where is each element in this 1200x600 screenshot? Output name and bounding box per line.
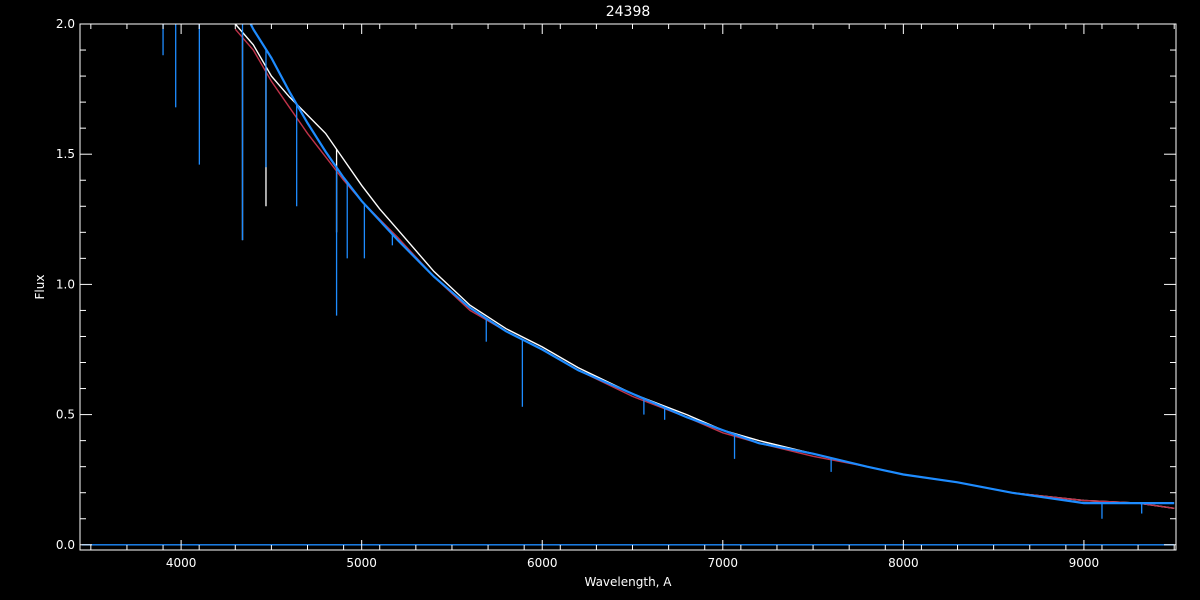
axis-ticks: 4000 5000 6000 7000 8000 9000 0.0 0.5 1.0 1.5 2.0	[56, 17, 1176, 570]
chart-title: 24398	[606, 4, 651, 20]
series-line-2	[234, 28, 1175, 509]
x-tick-label: 9000	[1069, 556, 1100, 570]
y-tick-label: 0.0	[56, 538, 75, 552]
x-tick-label: 4000	[166, 556, 197, 570]
x-tick-label: 5000	[346, 556, 377, 570]
y-axis-label: Flux	[33, 275, 47, 300]
plot-frame	[79, 23, 1177, 551]
y-tick-label: 2.0	[56, 17, 75, 31]
spectrum-chart: 4000 5000 6000 7000 8000 90000.00.51.01.52.0 …	[33, 4, 1177, 589]
x-tick-label: 6000	[527, 556, 558, 570]
x-axis-label: Wavelength, A	[584, 575, 672, 589]
series-line-1	[234, 24, 1175, 509]
spectra-layer	[81, 24, 1175, 546]
y-tick-label: 1.0	[56, 277, 75, 291]
y-tick-label: 1.5	[56, 147, 75, 161]
x-tick-label: 7000	[708, 556, 739, 570]
x-tick-label: 8000	[888, 556, 919, 570]
series-line-3	[249, 24, 1175, 505]
y-tick-label: 0.5	[56, 408, 75, 422]
